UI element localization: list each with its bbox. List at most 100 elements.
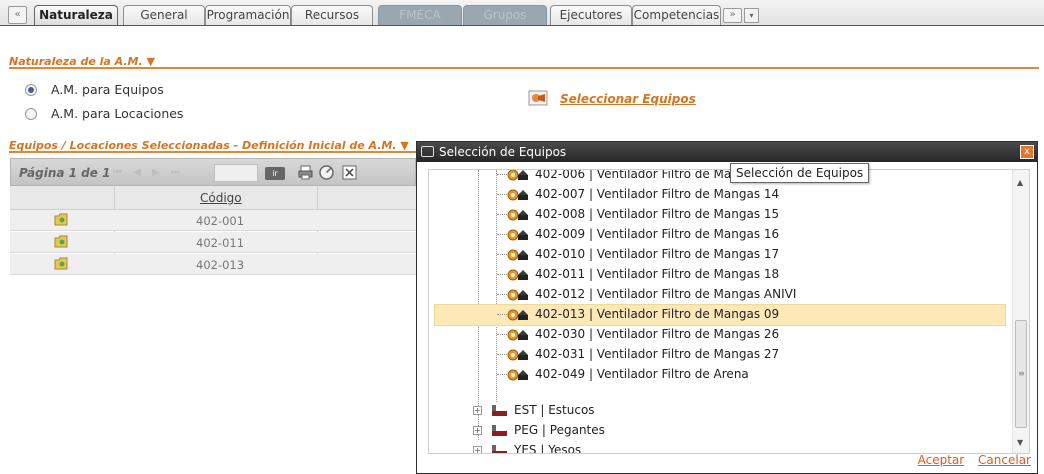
scroll-grip-icon: ≡ bbox=[1018, 369, 1025, 378]
section-divider bbox=[9, 67, 1039, 69]
tree-item-label: 402-010 | Ventilador Filtro de Mangas 17 bbox=[535, 247, 780, 261]
equipment-icon bbox=[507, 229, 528, 241]
row-code: 402-011 bbox=[196, 236, 245, 250]
equipment-icon bbox=[507, 289, 528, 301]
scroll-thumb[interactable]: ≡ bbox=[1015, 320, 1027, 428]
expand-icon[interactable]: + bbox=[473, 405, 482, 415]
folder-status-icon bbox=[54, 235, 68, 248]
row-code: 402-001 bbox=[196, 214, 245, 228]
column-header-codigo[interactable]: Código bbox=[200, 191, 242, 205]
select-equipment-link[interactable]: Seleccionar Equipos bbox=[560, 92, 696, 106]
dialog-footer: Aceptar Cancelar bbox=[908, 453, 1031, 467]
equipment-icon bbox=[507, 369, 528, 381]
factory-icon bbox=[492, 445, 507, 453]
tab-competencias[interactable]: Competencias bbox=[632, 5, 721, 25]
tree-item-label: 402-007 | Ventilador Filtro de Mangas 14 bbox=[535, 187, 780, 201]
dialog-title: Selección de Equipos bbox=[439, 145, 567, 159]
scroll-up-arrow-icon[interactable]: ▲ bbox=[1017, 178, 1023, 187]
tree-item-label: 402-030 | Ventilador Filtro de Mangas 26 bbox=[535, 327, 780, 341]
row-code: 402-013 bbox=[196, 258, 245, 272]
tree-item[interactable]: 402-012 | Ventilador Filtro de Mangas AN… bbox=[485, 284, 796, 304]
folder-status-icon bbox=[54, 257, 68, 270]
page-number-input[interactable] bbox=[214, 164, 258, 182]
equipment-icon bbox=[507, 309, 528, 321]
tabs-prev-button[interactable]: « bbox=[8, 6, 27, 24]
tab-fmeca[interactable]: FMECA bbox=[378, 5, 462, 25]
radio-locaciones-label: A.M. para Locaciones bbox=[51, 106, 184, 121]
tree-group-yes[interactable]: + YES | Yesos bbox=[473, 443, 582, 454]
tab-recursos[interactable]: Recursos bbox=[291, 5, 373, 25]
tree-item[interactable]: 402-030 | Ventilador Filtro de Mangas 26 bbox=[485, 324, 779, 344]
tree-item-label: 402-012 | Ventilador Filtro de Mangas AN… bbox=[535, 287, 797, 301]
pager-nav-buttons[interactable]: ⏮ ◀ ▶ ⏭ bbox=[113, 167, 184, 178]
expand-icon[interactable]: + bbox=[473, 445, 482, 453]
radio-checked-icon[interactable] bbox=[25, 83, 37, 96]
tree-item[interactable]: 402-049 | Ventilador Filtro de Arena bbox=[485, 364, 749, 384]
tree-item[interactable]: 402-011 | Ventilador Filtro de Mangas 18 bbox=[485, 264, 779, 284]
tabs-next-button[interactable]: » bbox=[723, 8, 742, 23]
equipment-tree: 402-006 | Ventilador Filtro de Mangas 402… bbox=[428, 169, 1030, 454]
tree-item[interactable]: 402-007 | Ventilador Filtro de Mangas 14 bbox=[485, 184, 779, 204]
factory-icon bbox=[492, 405, 507, 416]
radio-equipos[interactable]: A.M. para Equipos bbox=[25, 82, 164, 97]
table-row[interactable]: 402-001 bbox=[10, 210, 416, 231]
tree-item-label: 402-008 | Ventilador Filtro de Mangas 15 bbox=[535, 207, 780, 221]
scroll-down-arrow-icon[interactable]: ▼ bbox=[1017, 438, 1023, 447]
equipment-icon bbox=[507, 329, 528, 341]
tree-group-est[interactable]: + EST | Estucos bbox=[473, 403, 595, 417]
tab-ejecutores[interactable]: Ejecutores bbox=[550, 5, 632, 25]
equipment-icon bbox=[507, 170, 528, 181]
select-equipment-icon[interactable] bbox=[528, 88, 548, 108]
tab-bar: « Naturaleza General Programación Recurs… bbox=[0, 0, 1044, 26]
table-row[interactable]: 402-011 bbox=[10, 232, 416, 253]
close-button[interactable]: x bbox=[1020, 145, 1034, 159]
tree-item-label: 402-006 | Ventilador Filtro de Mangas bbox=[535, 169, 761, 181]
tree-item-partial[interactable]: 402-006 | Ventilador Filtro de Mangas bbox=[485, 169, 761, 184]
equipment-icon bbox=[507, 249, 528, 261]
tree-item-label: 402-013 | Ventilador Filtro de Mangas 09 bbox=[535, 307, 780, 321]
tab-grupos[interactable]: Grupos bbox=[463, 5, 547, 25]
equipment-icon bbox=[507, 209, 528, 221]
expand-icon[interactable]: + bbox=[473, 425, 482, 435]
tree-group-peg[interactable]: + PEG | Pegantes bbox=[473, 423, 605, 437]
pager-label: Página 1 de 1 bbox=[19, 166, 111, 180]
radio-unchecked-icon[interactable] bbox=[25, 107, 37, 120]
tree-scrollbar[interactable]: ▲ ≡ ▼ bbox=[1012, 170, 1029, 453]
tree-item-label: 402-009 | Ventilador Filtro de Mangas 16 bbox=[535, 227, 780, 241]
dialog-title-bar[interactable]: Selección de Equipos x bbox=[417, 142, 1037, 162]
go-button[interactable]: ir bbox=[265, 167, 285, 180]
tree-item-label: 402-049 | Ventilador Filtro de Arena bbox=[535, 367, 749, 381]
tree-item-label: 402-011 | Ventilador Filtro de Mangas 18 bbox=[535, 267, 780, 281]
print-icon[interactable] bbox=[297, 164, 314, 181]
accept-button[interactable]: Aceptar bbox=[918, 453, 965, 467]
export-excel-icon[interactable] bbox=[341, 164, 358, 181]
tree-item[interactable]: 402-031 | Ventilador Filtro de Mangas 27 bbox=[485, 344, 779, 364]
tree-item[interactable]: 402-008 | Ventilador Filtro de Mangas 15 bbox=[485, 204, 779, 224]
factory-icon bbox=[492, 425, 507, 436]
tree-item[interactable]: 402-013 | Ventilador Filtro de Mangas 09 bbox=[485, 304, 779, 324]
dialog-title-tooltip: Selección de Equipos bbox=[730, 163, 870, 183]
select-equipment-dialog: Selección de Equipos x 402-006 | Ventila… bbox=[416, 141, 1038, 474]
grid-header: Código bbox=[10, 186, 416, 210]
chart-icon[interactable] bbox=[318, 164, 335, 181]
tabs-menu-dropdown[interactable]: ▾ bbox=[744, 8, 759, 23]
tab-programacion[interactable]: Programación bbox=[205, 5, 291, 25]
cancel-button[interactable]: Cancelar bbox=[978, 453, 1031, 467]
tree-item[interactable]: 402-009 | Ventilador Filtro de Mangas 16 bbox=[485, 224, 779, 244]
tab-general[interactable]: General bbox=[123, 5, 205, 25]
table-row[interactable]: 402-013 bbox=[10, 254, 416, 275]
tree-group-label: YES | Yesos bbox=[514, 443, 582, 454]
tree-group-label: EST | Estucos bbox=[514, 403, 595, 417]
grid-pager: Página 1 de 1 ⏮ ◀ ▶ ⏭ ir bbox=[10, 158, 416, 186]
equipment-icon bbox=[507, 349, 528, 361]
tab-naturaleza[interactable]: Naturaleza bbox=[34, 5, 118, 25]
folder-status-icon bbox=[54, 213, 68, 226]
section-divider bbox=[9, 151, 419, 153]
radio-locaciones[interactable]: A.M. para Locaciones bbox=[25, 106, 183, 121]
dialog-window-icon bbox=[421, 146, 434, 157]
tree-item[interactable]: 402-010 | Ventilador Filtro de Mangas 17 bbox=[485, 244, 779, 264]
tree-item-label: 402-031 | Ventilador Filtro de Mangas 27 bbox=[535, 347, 780, 361]
equipment-icon bbox=[507, 269, 528, 281]
radio-equipos-label: A.M. para Equipos bbox=[51, 82, 164, 97]
tree-group-label: PEG | Pegantes bbox=[514, 423, 605, 437]
